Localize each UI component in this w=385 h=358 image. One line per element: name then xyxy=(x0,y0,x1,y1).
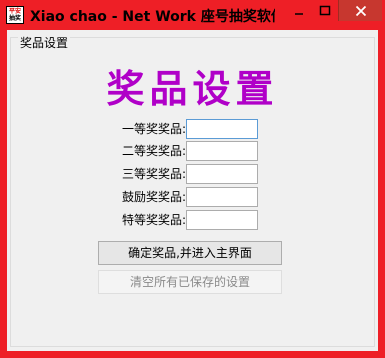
app-icon-top: 平安 xyxy=(8,8,21,15)
special-prize-input[interactable] xyxy=(186,210,258,230)
encouragement-prize-label: 鼓励奖奖品: xyxy=(121,190,186,204)
special-prize-label: 特等奖奖品: xyxy=(121,213,186,227)
encouragement-prize-input[interactable] xyxy=(186,187,258,207)
app-icon-bottom: 抽奖 xyxy=(8,15,21,22)
close-icon xyxy=(355,5,366,16)
close-button[interactable] xyxy=(338,0,382,21)
confirm-prizes-button[interactable]: 确定奖品,并进入主界面 xyxy=(98,241,282,265)
window-client-area: 奖品设置 奖品设置 一等奖奖品: 二等奖奖品: 三等奖奖品: 鼓励奖奖品: 特等… xyxy=(7,30,378,351)
page-title: 奖品设置 xyxy=(106,66,279,111)
window-title: Xiao chao - Net Work 座号抽奖软件,免费… xyxy=(30,9,275,25)
second-prize-label: 二等奖奖品: xyxy=(121,144,186,158)
second-prize-input[interactable] xyxy=(186,141,258,161)
maximize-button[interactable] xyxy=(312,0,338,21)
minimize-button[interactable] xyxy=(286,0,312,21)
first-prize-label: 一等奖奖品: xyxy=(121,122,186,136)
title-bar[interactable]: 平安 抽奖 Xiao chao - Net Work 座号抽奖软件,免费… xyxy=(0,0,385,30)
maximize-icon xyxy=(319,5,331,15)
clear-settings-button[interactable]: 清空所有已保存的设置 xyxy=(98,270,282,294)
minimize-icon xyxy=(295,12,303,15)
first-prize-input[interactable] xyxy=(186,119,258,139)
app-window: 平安 抽奖 Xiao chao - Net Work 座号抽奖软件,免费… 奖品… xyxy=(0,0,385,358)
third-prize-input[interactable] xyxy=(186,164,258,184)
third-prize-label: 三等奖奖品: xyxy=(121,167,186,181)
app-icon: 平安 抽奖 xyxy=(6,6,24,24)
group-caption: 奖品设置 xyxy=(18,36,71,50)
